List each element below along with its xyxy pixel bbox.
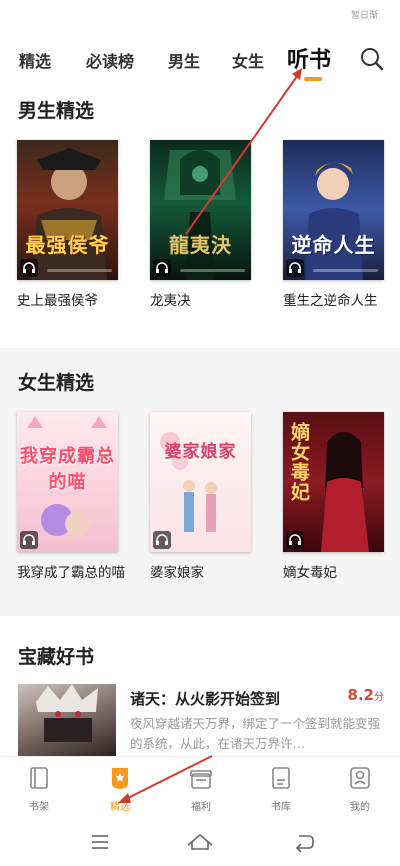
featured-description: 夜风穿越诸天万界，绑定了一个签到就能变强的系统，从此，在诸天万界许… [130,716,381,751]
cover-title: 逆命人生 [291,233,376,257]
tab-label: 福利 [191,802,211,813]
search-button[interactable] [359,46,385,72]
book-title: 重生之逆命人生 [283,293,378,309]
top-nav: 精选 必读榜 男生 女生 听书 [0,44,400,84]
headphones-icon [286,259,304,277]
book-title: 婆家娘家 [150,565,204,581]
featured-book[interactable]: 诸天：从火影开始签到 8.2分 夜风穿越诸天万界，绑定了一个签到就能变强的系统，… [18,684,386,756]
cover-title: 婆家娘家 [164,442,237,462]
tab-picks[interactable]: 精选 [95,765,145,813]
status-text: 暂日渐 [350,11,378,21]
cover-strip [47,269,112,272]
book-cover: 最强侯爷 [17,140,118,280]
book-card[interactable]: 婆家娘家 婆家娘家 [150,412,251,583]
cover-title: 我穿成霸总的喵 [20,446,115,493]
book-cover: 嫡女毒妃 [283,412,384,552]
tab-library[interactable]: 书库 [256,765,306,813]
tab-bookshelf[interactable]: 书架 [14,765,64,813]
book-card[interactable]: 嫡女毒妃 嫡女毒妃 [283,412,384,583]
back-icon[interactable] [293,831,315,853]
featured-title: 诸天：从火影开始签到 [130,690,281,708]
library-icon [272,767,290,789]
search-icon [361,48,384,71]
tab-profile[interactable]: 我的 [335,765,385,813]
cover-art [36,684,98,742]
cover-title: 嫡女毒妃 [288,422,310,502]
book-cover: 婆家娘家 [150,412,251,552]
section-title-treasure: 宝藏好书 [18,646,95,668]
book-card[interactable]: 最强侯爷 史上最强侯爷 [17,140,118,311]
picks-icon [112,768,128,789]
section-title-female: 女生精选 [18,372,95,394]
book-title: 龙夷决 [150,293,191,309]
section-title-male: 男生精选 [18,100,95,122]
featured-score: 8.2分 [347,686,384,704]
tab-must-read[interactable]: 必读榜 [86,48,134,72]
headphones-icon [153,259,171,277]
book-cover: 龍夷決 [150,140,251,280]
headphones-icon [153,531,171,549]
score-unit: 分 [374,692,384,703]
tab-male[interactable]: 男生 [168,48,200,72]
featured-cover [18,684,116,756]
active-tab-indicator [304,77,322,81]
book-title: 我穿成了霸总的喵 [17,565,125,581]
bottom-tab-bar: 书架 精选 福利 书库 我的 [0,756,400,815]
gift-icon [190,770,212,789]
cover-strip [313,269,378,272]
book-title: 嫡女毒妃 [283,565,337,581]
cover-title: 最强侯爷 [25,233,110,257]
book-card[interactable]: 我穿成霸总的喵 我穿成了霸总的喵 [17,412,125,583]
book-cover: 我穿成霸总的喵 [17,412,118,552]
headphones-icon [286,531,304,549]
tab-label: 书库 [271,802,291,813]
tab-female[interactable]: 女生 [232,48,264,72]
system-nav-bar [0,815,400,866]
tab-audiobooks[interactable]: 听书 [287,42,331,74]
book-title: 史上最强侯爷 [17,293,98,309]
headphones-icon [20,531,38,549]
tab-featured[interactable]: 精选 [19,48,51,72]
bookshelf-icon [30,767,48,789]
tab-benefits[interactable]: 福利 [176,765,226,813]
headphones-icon [20,259,38,277]
book-cover: 逆命人生 [283,140,384,280]
book-card[interactable]: 龍夷決 龙夷决 [150,140,251,311]
menu-icon[interactable] [89,831,111,853]
tab-label: 书架 [29,802,49,813]
cover-title: 龍夷決 [169,233,232,257]
book-card[interactable]: 逆命人生 重生之逆命人生 [283,140,384,311]
profile-icon [350,767,370,789]
tab-label: 我的 [350,802,370,813]
home-icon[interactable] [186,831,214,853]
cover-strip [180,269,245,272]
score-value: 8.2 [347,686,374,704]
tab-label: 精选 [110,802,130,813]
